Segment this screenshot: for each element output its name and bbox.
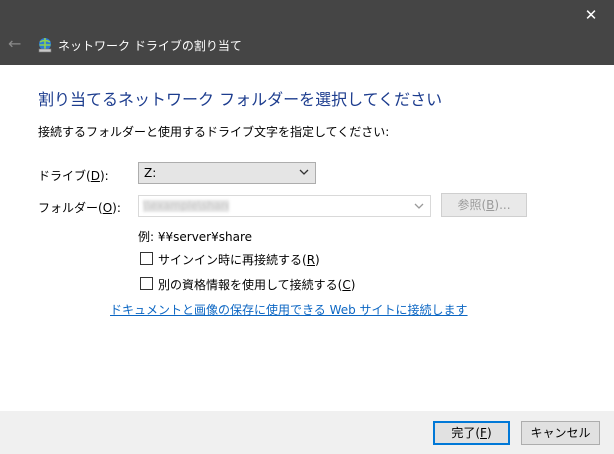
close-button[interactable]: ✕ <box>568 0 614 30</box>
back-arrow-icon: ← <box>8 34 22 53</box>
credentials-checkbox[interactable] <box>140 277 153 290</box>
wizard-content: 割り当てるネットワーク フォルダーを選択してください 接続するフォルダーと使用す… <box>0 65 614 411</box>
folder-label: フォルダー(O): <box>38 201 121 215</box>
reconnect-label[interactable]: サインイン時に再接続する(R) <box>158 251 320 268</box>
finish-button[interactable]: 完了(F) <box>433 421 510 445</box>
folder-path-value: \\example\share <box>143 200 229 212</box>
drive-letter-select[interactable]: Z: <box>138 162 316 184</box>
instruction-text: 接続するフォルダーと使用するドライブ文字を指定してください: <box>38 125 390 139</box>
cancel-button[interactable]: キャンセル <box>521 421 600 445</box>
title-bar: ✕ ← ネットワーク ドライブの割り当て <box>0 0 614 65</box>
close-icon: ✕ <box>584 6 598 24</box>
chevron-down-icon[interactable] <box>414 201 424 211</box>
back-button[interactable]: ← <box>8 36 24 52</box>
browse-button[interactable]: 参照(B)... <box>441 193 527 217</box>
footer-bar: 完了(F) キャンセル <box>0 411 614 454</box>
drive-letter-value: Z: <box>144 166 157 180</box>
network-drive-icon <box>38 38 52 53</box>
drive-label: ドライブ(D): <box>38 169 109 183</box>
chevron-down-icon <box>299 169 309 175</box>
example-path: 例: ¥¥server¥share <box>138 230 253 244</box>
folder-path-input[interactable]: \\example\share <box>138 195 431 217</box>
web-site-link[interactable]: ドキュメントと画像の保存に使用できる Web サイトに接続します <box>110 301 468 318</box>
wizard-title: ネットワーク ドライブの割り当て <box>58 39 242 53</box>
reconnect-checkbox[interactable] <box>140 252 153 265</box>
credentials-label[interactable]: 別の資格情報を使用して接続する(C) <box>158 276 355 293</box>
page-heading: 割り当てるネットワーク フォルダーを選択してください <box>38 90 443 109</box>
